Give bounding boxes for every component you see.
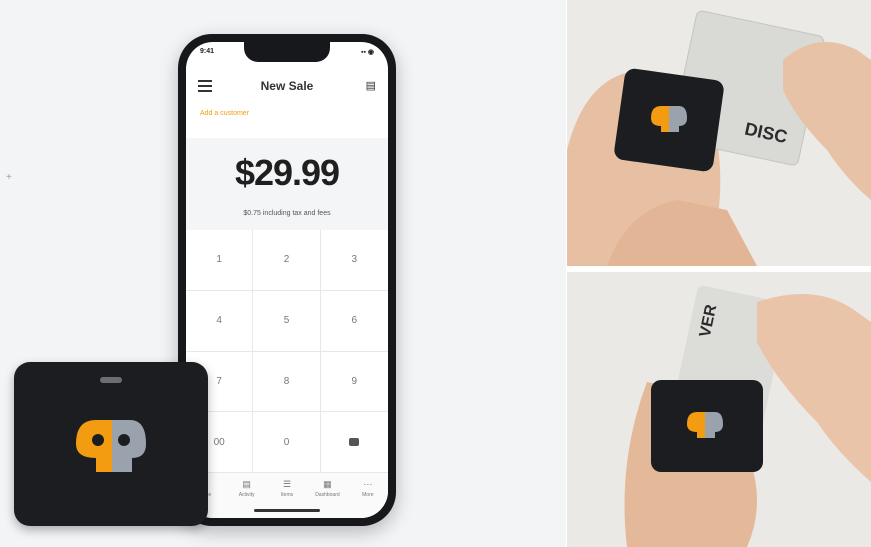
app-header: New Sale ▤ bbox=[186, 76, 388, 102]
tab-label: Dashboard bbox=[315, 492, 340, 498]
keypad-key[interactable]: 5 bbox=[253, 290, 321, 352]
status-bar: 9:41 ▪▪ ◉ bbox=[200, 48, 374, 60]
sale-amount: $29.99 bbox=[234, 152, 340, 193]
tax-note: $0.75 including tax and fees bbox=[243, 210, 331, 217]
add-customer-link[interactable]: Add a customer bbox=[200, 110, 249, 117]
tab-more[interactable]: ⋯ More bbox=[348, 473, 388, 518]
card-reader bbox=[14, 362, 208, 526]
photo-card-insert-top: DISC bbox=[567, 0, 871, 266]
keypad-key[interactable]: 8 bbox=[253, 351, 321, 413]
items-icon: ☰ bbox=[282, 479, 292, 489]
keypad-key[interactable]: 0 bbox=[253, 412, 321, 473]
tab-label: More bbox=[362, 492, 374, 498]
home-indicator bbox=[254, 509, 320, 512]
receipt-icon[interactable]: ▤ bbox=[366, 79, 376, 92]
photo-card-insert-bottom: VER bbox=[567, 272, 871, 547]
activity-icon: ▤ bbox=[242, 479, 251, 489]
brand-logo-icon bbox=[76, 420, 146, 472]
tab-label: Activity bbox=[238, 492, 255, 498]
status-icons: ▪▪ ◉ bbox=[360, 49, 374, 56]
phone-mockup: 9:41 ▪▪ ◉ New Sale ▤ Add a customer $29.… bbox=[178, 34, 396, 526]
backspace-icon bbox=[349, 438, 360, 447]
dashboard-icon: ▦ bbox=[323, 479, 332, 489]
hand-card-photo-top: DISC bbox=[567, 0, 871, 266]
page-title: New Sale bbox=[260, 79, 314, 93]
contactless-indicator bbox=[100, 377, 122, 383]
product-panel: + 9:41 ▪▪ ◉ New Sale ▤ Add a customer $2… bbox=[0, 0, 566, 547]
amount-display: $29.99 $0.75 including tax and fees bbox=[186, 138, 388, 230]
backspace-key[interactable] bbox=[320, 412, 388, 473]
numeric-keypad: 1 2 3 4 5 6 7 8 9 00 0 bbox=[186, 230, 388, 473]
stray-mark: + bbox=[6, 172, 12, 183]
keypad-key[interactable]: 9 bbox=[320, 352, 388, 413]
status-time: 9:41 bbox=[200, 48, 215, 55]
keypad-key[interactable]: 4 bbox=[186, 290, 254, 352]
keypad-key[interactable]: 6 bbox=[320, 291, 388, 352]
keypad-key[interactable]: 2 bbox=[253, 230, 321, 291]
more-icon: ⋯ bbox=[363, 479, 373, 489]
tab-label: Items bbox=[280, 492, 294, 498]
phone-screen: 9:41 ▪▪ ◉ New Sale ▤ Add a customer $29.… bbox=[186, 42, 388, 518]
keypad-key[interactable]: 3 bbox=[320, 230, 388, 291]
hand-card-photo-bottom: VER bbox=[567, 272, 871, 547]
keypad-key[interactable]: 1 bbox=[186, 230, 254, 291]
